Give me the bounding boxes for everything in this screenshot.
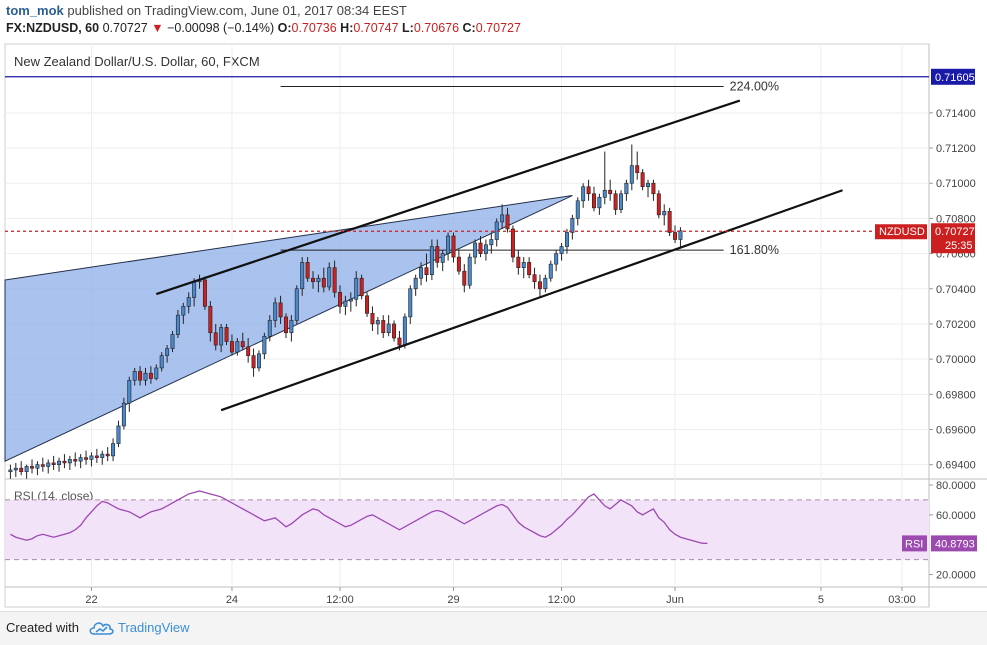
candle: [467, 253, 472, 289]
price-tick-label: 0.71400: [936, 108, 976, 120]
candle: [619, 190, 623, 214]
rsi-band: [5, 499, 929, 560]
rsi-tick-label: 20.0000: [936, 570, 976, 582]
candle: [294, 285, 299, 324]
price-tick-label: 0.70400: [936, 284, 976, 296]
svg-text:40.8793: 40.8793: [935, 538, 975, 550]
candle: [202, 276, 207, 310]
current-price-tag: 0.70727 25:35: [931, 223, 975, 254]
tradingview-link[interactable]: TradingView: [118, 620, 190, 635]
rsi-value-tag: RSI 40.8793: [902, 535, 977, 552]
time-tick-label: 12:00: [548, 594, 576, 606]
candle: [359, 274, 364, 300]
time-tick-label: 5: [818, 594, 824, 606]
price-chart[interactable]: New Zealand Dollar/U.S. Dollar, 60, FXCM…: [0, 0, 987, 611]
chart-title: New Zealand Dollar/U.S. Dollar, 60, FXCM: [14, 54, 260, 69]
symbol-price-tag: NZDUSD: [875, 224, 927, 240]
svg-text:0.71605: 0.71605: [935, 72, 975, 84]
candle: [667, 207, 672, 236]
price-axis[interactable]: 0.714000.712000.710000.708000.706000.704…: [929, 68, 976, 472]
price-tick-label: 0.70000: [936, 354, 976, 366]
footer-bar: Created with TradingView: [0, 611, 987, 645]
time-tick-label: 12:00: [326, 594, 354, 606]
price-tick-label: 0.70200: [936, 319, 976, 331]
svg-text:25:35: 25:35: [945, 240, 973, 252]
candle: [656, 190, 661, 219]
price-tick-label: 0.71200: [936, 143, 976, 155]
candle: [402, 313, 407, 349]
rsi-tick-label: 60.0000: [936, 510, 976, 522]
svg-text:0.70727: 0.70727: [935, 226, 975, 238]
time-tick-label: 24: [226, 594, 238, 606]
svg-text:NZDUSD: NZDUSD: [879, 226, 925, 238]
level-price-tag: 0.71605: [931, 68, 975, 85]
price-tick-label: 0.69600: [936, 425, 976, 437]
svg-text:RSI: RSI: [905, 538, 923, 550]
time-tick-label: 22: [85, 594, 97, 606]
time-tick-label: Jun: [666, 594, 684, 606]
price-tick-label: 0.69800: [936, 389, 976, 401]
candle: [365, 292, 370, 317]
tradingview-cloud-icon: [89, 622, 114, 635]
fib-level-label: 161.80%: [730, 243, 779, 257]
price-tick-label: 0.69400: [936, 460, 976, 472]
price-tick-label: 0.71000: [936, 178, 976, 190]
rsi-tick-label: 80.0000: [936, 480, 976, 492]
fib-level-label: 224.00%: [730, 79, 779, 93]
time-tick-label: 03:00: [888, 594, 916, 606]
time-tick-label: 29: [447, 594, 459, 606]
created-with-text: Created with: [6, 620, 79, 635]
